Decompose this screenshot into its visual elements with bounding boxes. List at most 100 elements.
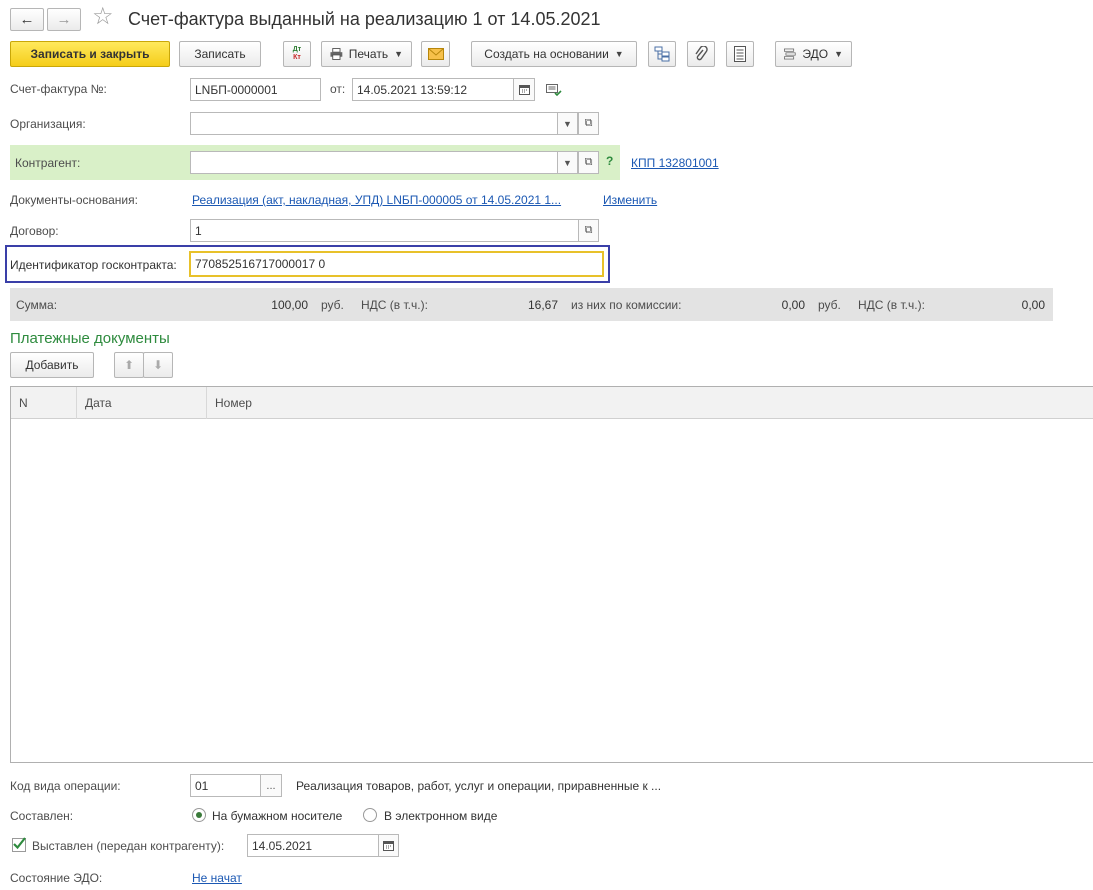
edo-button[interactable]: ЭДО ▼: [775, 41, 852, 67]
dropdown-caret-icon: ▼: [614, 49, 624, 59]
date-input[interactable]: 14.05.2021 13:59:12: [352, 78, 514, 101]
ellipsis-icon: ...: [266, 779, 276, 792]
organization-input[interactable]: [190, 112, 558, 135]
operation-code-description: Реализация товаров, работ, услуг и опера…: [296, 779, 662, 793]
open-form-icon: ⧉: [584, 117, 593, 129]
move-down-button[interactable]: ⬇: [143, 352, 173, 378]
dt-kt-icon-bottom: Кт: [293, 54, 301, 61]
favorite-star-icon[interactable]: ☆: [92, 2, 114, 32]
invoice-number-input[interactable]: LNБП-0000001: [190, 78, 321, 101]
sum-value: 100,00: [271, 297, 308, 312]
edo-icon: [784, 48, 796, 60]
organization-open-button[interactable]: ⧉: [578, 112, 599, 135]
help-icon[interactable]: ?: [606, 154, 613, 168]
chevron-down-icon: ▼: [563, 157, 572, 168]
email-button[interactable]: [421, 41, 450, 67]
calendar-button[interactable]: [513, 78, 535, 101]
arrow-down-icon: ⬇: [152, 358, 164, 372]
compiled-label: Составлен:: [10, 809, 74, 823]
checkmark-icon: [13, 837, 26, 850]
print-button[interactable]: Печать ▼: [321, 41, 412, 67]
commission-value: 0,00: [781, 297, 805, 312]
attach-button[interactable]: [687, 41, 715, 67]
create-based-on-label: Создать на основании: [484, 47, 609, 61]
arrow-left-icon: ←: [19, 11, 35, 28]
gov-contract-input[interactable]: 770852516717000017 0: [189, 251, 604, 277]
vat-value: 16,67: [450, 288, 558, 321]
operation-code-label: Код вида операции:: [10, 779, 121, 793]
contract-label: Договор:: [10, 224, 59, 238]
move-up-button[interactable]: ⬆: [114, 352, 144, 378]
sum-label: Сумма:: [16, 297, 58, 312]
column-header-number[interactable]: Номер: [207, 387, 1093, 419]
report-button[interactable]: [726, 41, 754, 67]
page-title: Счет-фактура выданный на реализацию 1 от…: [128, 9, 601, 29]
date-from-label: от:: [330, 82, 346, 96]
paper-radio-label[interactable]: На бумажном носителе: [212, 809, 342, 823]
edo-label: ЭДО: [802, 47, 829, 61]
base-document-link[interactable]: Реализация (акт, накладная, УПД) LNБП-00…: [192, 193, 561, 207]
structure-button[interactable]: [648, 41, 676, 67]
open-form-icon: ⧉: [584, 156, 593, 168]
calendar-icon: [383, 841, 394, 851]
issued-date-input[interactable]: 14.05.2021: [247, 834, 379, 857]
print-label: Печать: [348, 47, 389, 61]
add-payment-button[interactable]: Добавить: [10, 352, 94, 378]
dropdown-caret-icon: ▼: [394, 49, 403, 59]
column-header-n[interactable]: N: [11, 387, 77, 419]
create-based-on-button[interactable]: Создать на основании ▼: [471, 41, 637, 67]
calendar-icon: [518, 85, 530, 95]
organization-dropdown-button[interactable]: ▼: [557, 112, 578, 135]
dt-kt-button[interactable]: Дт Кт: [283, 41, 311, 67]
contract-open-button[interactable]: ⧉: [578, 219, 599, 242]
commission-currency: руб.: [818, 297, 841, 312]
dt-kt-icon: Дт: [292, 46, 302, 53]
open-form-icon: ⧉: [584, 224, 593, 236]
gov-contract-label: Идентификатор госконтракта:: [10, 258, 177, 272]
arrow-up-icon: ⬆: [123, 358, 135, 372]
counterparty-label: Контрагент:: [15, 156, 81, 170]
commission-label: из них по комиссии:: [571, 297, 682, 312]
printer-icon: [330, 48, 343, 60]
table-header: N Дата Номер: [11, 387, 1093, 419]
issued-checkbox[interactable]: [12, 837, 26, 852]
operation-code-input[interactable]: 01: [190, 774, 261, 797]
vat2-value: 0,00: [1021, 297, 1045, 312]
base-documents-label: Документы-основания:: [10, 193, 138, 207]
contract-input[interactable]: 1: [190, 219, 579, 242]
arrow-right-icon: →: [56, 11, 72, 28]
dropdown-caret-icon: ▼: [834, 49, 843, 59]
column-header-date[interactable]: Дата: [77, 387, 207, 419]
edo-state-link[interactable]: Не начат: [192, 871, 242, 885]
change-base-documents-link[interactable]: Изменить: [603, 193, 657, 207]
issued-calendar-button[interactable]: [378, 834, 399, 857]
invoice-number-label: Счет-фактура №:: [10, 82, 107, 96]
counterparty-dropdown-button[interactable]: ▼: [557, 151, 578, 174]
operation-code-select-button[interactable]: ...: [260, 774, 282, 797]
vat-label: НДС (в т.ч.):: [361, 297, 428, 312]
envelope-icon: [427, 48, 444, 60]
sum-currency: руб.: [321, 297, 344, 312]
counterparty-open-button[interactable]: ⧉: [578, 151, 599, 174]
save-and-close-button[interactable]: Записать и закрыть: [10, 41, 170, 67]
hierarchy-icon: [654, 46, 670, 62]
document-list-icon: [734, 46, 746, 62]
payments-table[interactable]: N Дата Номер: [10, 386, 1093, 763]
vat2-label: НДС (в т.ч.):: [858, 297, 925, 312]
issued-label[interactable]: Выставлен (передан контрагенту):: [32, 839, 224, 853]
chevron-down-icon: ▼: [563, 118, 572, 129]
counterparty-input[interactable]: [190, 151, 558, 174]
organization-label: Организация:: [10, 117, 86, 131]
electronic-radio[interactable]: [363, 808, 377, 822]
electronic-radio-label[interactable]: В электронном виде: [384, 809, 497, 823]
edo-state-label: Состояние ЭДО:: [10, 871, 103, 885]
paperclip-icon: [695, 46, 708, 61]
paper-radio[interactable]: [192, 808, 206, 822]
save-button[interactable]: Записать: [179, 41, 261, 67]
forward-button[interactable]: →: [47, 8, 81, 31]
kpp-link[interactable]: КПП 132801001: [631, 156, 719, 170]
back-button[interactable]: ←: [10, 8, 44, 31]
summary-bar: Сумма: 100,00 руб. НДС (в т.ч.): 16,67 и…: [10, 288, 1053, 321]
payments-section-title: Платежные документы: [10, 330, 170, 347]
document-status-icon[interactable]: [546, 83, 562, 100]
